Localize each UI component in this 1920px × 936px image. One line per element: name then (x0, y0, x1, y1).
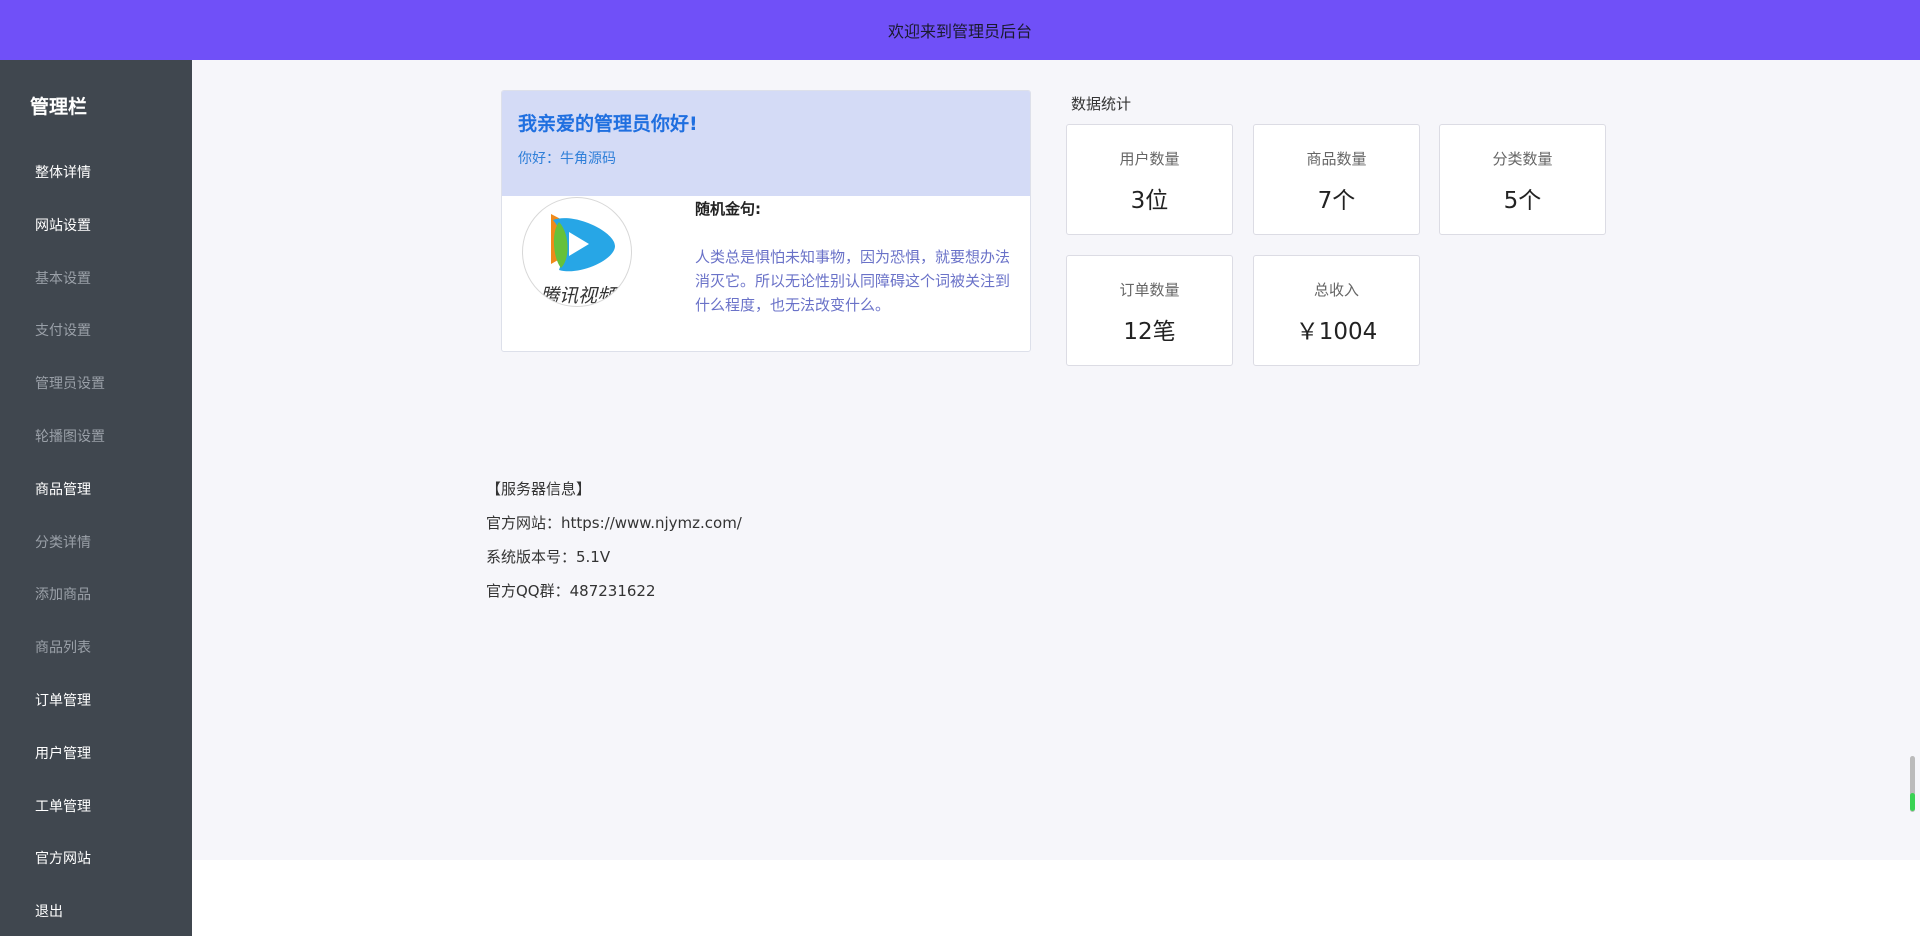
admin-hello: 你好：牛角源码 (518, 151, 616, 167)
main-content: 我亲爱的管理员你好! 你好：牛角源码 腾讯视频 随机金句: 人类总是惧怕未知事物… (192, 60, 1920, 860)
sidebar-item-basic-settings[interactable]: 基本设置 (35, 268, 91, 288)
sidebar-item-admin-settings[interactable]: 管理员设置 (35, 373, 105, 393)
sidebar-item-add-product[interactable]: 添加商品 (35, 584, 91, 604)
quote-title: 随机金句: (695, 200, 761, 218)
logo-text: 腾讯视频 (540, 286, 619, 307)
stat-name: 总收入 (1313, 281, 1359, 299)
stat-value: 12笔 (1123, 319, 1176, 345)
admin-greeting: 我亲爱的管理员你好! (518, 113, 698, 135)
stat-card-users: 用户数量 3位 (1066, 124, 1233, 235)
sidebar-item-order-management[interactable]: 订单管理 (35, 690, 91, 710)
stat-name: 用户数量 (1119, 150, 1180, 168)
stat-value: ￥1004 (1295, 319, 1378, 345)
stat-card-products: 商品数量 7个 (1253, 124, 1420, 235)
top-header-bar: 欢迎来到管理员后台 (0, 0, 1920, 60)
sidebar-item-overview[interactable]: 整体详情 (35, 162, 91, 182)
welcome-header: 我亲爱的管理员你好! 你好：牛角源码 (502, 91, 1030, 196)
stat-value: 3位 (1130, 188, 1169, 214)
sidebar-item-official-website[interactable]: 官方网站 (35, 848, 91, 868)
sidebar-item-carousel-settings[interactable]: 轮播图设置 (35, 426, 105, 446)
server-info-title: 【服务器信息】 (486, 480, 592, 498)
sidebar-item-payment-settings[interactable]: 支付设置 (35, 320, 91, 340)
stat-value: 7个 (1317, 188, 1356, 214)
sidebar-item-ticket-management[interactable]: 工单管理 (35, 796, 91, 816)
server-info-version: 系统版本号：5.1V (486, 548, 611, 566)
stats-label: 数据统计 (1071, 95, 1132, 113)
scrollbar-thumb[interactable] (1910, 793, 1915, 811)
header-title: 欢迎来到管理员后台 (887, 22, 1032, 41)
welcome-card: 我亲爱的管理员你好! 你好：牛角源码 腾讯视频 随机金句: 人类总是惧怕未知事物… (501, 90, 1031, 352)
sidebar-item-site-settings[interactable]: 网站设置 (35, 215, 91, 235)
stat-card-revenue: 总收入 ￥1004 (1253, 255, 1420, 366)
stat-name: 商品数量 (1306, 150, 1367, 168)
sidebar-item-product-list[interactable]: 商品列表 (35, 637, 91, 657)
sidebar-item-category-details[interactable]: 分类详情 (35, 532, 91, 552)
server-info-qq: 官方QQ群：487231622 (486, 582, 656, 600)
stat-name: 订单数量 (1119, 281, 1180, 299)
stat-value: 5个 (1503, 188, 1542, 214)
tencent-video-logo-icon: 腾讯视频 (522, 197, 632, 307)
sidebar: 管理栏 整体详情 网站设置 基本设置 支付设置 管理员设置 轮播图设置 商品管理… (0, 60, 192, 936)
stat-name: 分类数量 (1492, 150, 1553, 168)
sidebar-item-logout[interactable]: 退出 (35, 901, 63, 921)
sidebar-title: 管理栏 (30, 96, 88, 118)
sidebar-item-product-management[interactable]: 商品管理 (35, 479, 91, 499)
sidebar-item-user-management[interactable]: 用户管理 (35, 743, 91, 763)
server-info-website: 官方网站：https://www.njymz.com/ (486, 514, 742, 532)
stat-card-categories: 分类数量 5个 (1439, 124, 1606, 235)
random-quote: 人类总是惧怕未知事物，因为恐惧，就要想办法消灭它。所以无论性别认同障碍这个词被关… (695, 248, 1011, 314)
stat-card-orders: 订单数量 12笔 (1066, 255, 1233, 366)
